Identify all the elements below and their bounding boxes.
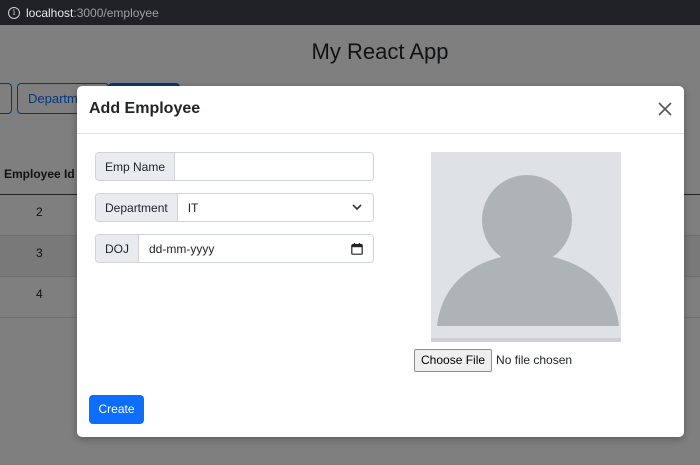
photo-file-input[interactable]: Choose File No file chosen: [414, 348, 572, 372]
url-text[interactable]: localhost:3000/employee: [26, 6, 159, 20]
employee-photo-placeholder: [431, 152, 621, 342]
modal-header: Add Employee: [77, 86, 684, 134]
chevron-down-icon: [352, 204, 362, 211]
emp-name-input[interactable]: [175, 153, 373, 180]
close-icon[interactable]: [656, 100, 674, 118]
doj-date-input[interactable]: dd-mm-yyyy: [139, 235, 373, 262]
doj-label: DOJ: [96, 235, 139, 262]
department-label: Department: [96, 194, 178, 221]
department-selected-value: IT: [187, 200, 199, 215]
file-status-text: No file chosen: [496, 353, 573, 367]
modal-title: Add Employee: [89, 100, 201, 117]
emp-name-label: Emp Name: [96, 153, 176, 180]
add-employee-modal: Add Employee Emp Name Department IT DOJ …: [77, 86, 684, 437]
choose-file-button[interactable]: Choose File: [414, 348, 493, 372]
info-icon[interactable]: i: [8, 6, 20, 19]
avatar-placeholder-icon: [437, 175, 619, 326]
create-button[interactable]: Create: [89, 395, 144, 424]
browser-url-bar[interactable]: i localhost:3000/employee: [0, 0, 700, 25]
calendar-icon[interactable]: [351, 243, 363, 255]
department-select[interactable]: IT: [177, 194, 373, 221]
department-group: Department IT: [95, 193, 374, 222]
doj-group: DOJ dd-mm-yyyy: [95, 234, 374, 263]
close-button[interactable]: [656, 100, 674, 118]
emp-name-group: Emp Name: [95, 152, 374, 181]
doj-placeholder: dd-mm-yyyy: [149, 241, 215, 256]
